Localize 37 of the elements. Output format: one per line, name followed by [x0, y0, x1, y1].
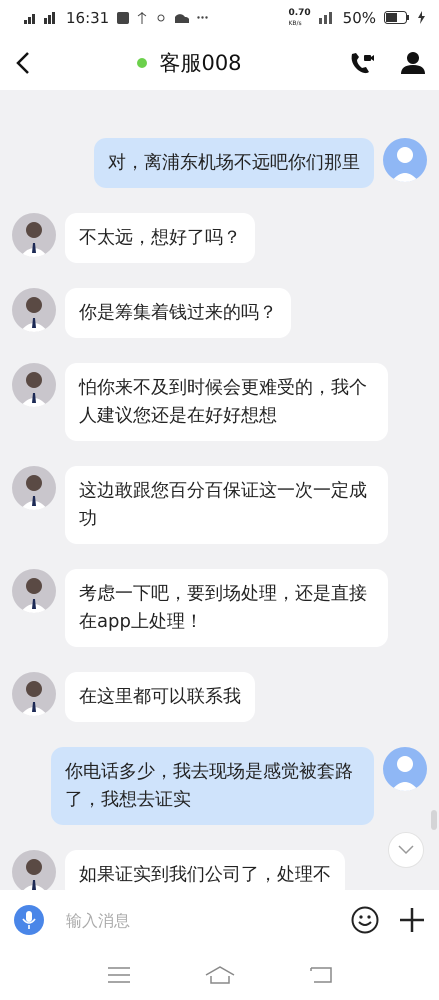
microphone-icon — [22, 910, 36, 930]
message-bubble: 如果证实到我们公司了，处理不 — [65, 850, 345, 890]
emoji-button[interactable] — [351, 906, 379, 934]
status-time: 16:31 — [66, 8, 110, 26]
message-bubble: 不太远，想好了吗？ — [65, 213, 255, 263]
app-notification-icon — [117, 12, 130, 24]
emoji-icon — [351, 906, 379, 934]
chevron-down-icon — [398, 845, 414, 855]
video-call-icon — [349, 50, 375, 74]
back-button[interactable] — [16, 50, 30, 74]
usb-icon — [137, 12, 148, 24]
profile-button[interactable] — [401, 52, 425, 74]
voice-button[interactable] — [14, 905, 44, 935]
cloud-icon — [175, 12, 190, 22]
message-bubble: 你是筹集着钱过来的吗？ — [65, 288, 291, 338]
menu-icon[interactable] — [108, 967, 130, 983]
message-bubble: 怕你来不及到时候会更难受的，我个人建议您还是在好好想想 — [65, 363, 388, 441]
plus-button[interactable] — [399, 907, 425, 933]
battery-percent: 50% — [342, 8, 376, 26]
chat-title: 客服008 — [159, 50, 242, 76]
home-icon[interactable] — [204, 966, 234, 984]
plus-icon — [399, 907, 425, 933]
person-icon — [401, 52, 425, 74]
back-nav-icon[interactable] — [310, 967, 332, 983]
signal-4g-icon — [318, 12, 335, 24]
charging-icon — [418, 11, 425, 24]
signal-icon — [24, 12, 58, 24]
message-bubble: 对，离浦东机场不远吧你们那里 — [94, 138, 374, 188]
hotspot-icon — [155, 12, 168, 24]
scrollbar-thumb — [431, 810, 437, 830]
message-bubble: 在这里都可以联系我 — [65, 672, 255, 722]
more-icon — [197, 16, 208, 19]
battery-icon — [384, 11, 410, 24]
message-bubble: 考虑一下吧，要到场处理，还是直接在app上处理！ — [65, 569, 388, 647]
video-call-button[interactable] — [349, 50, 375, 74]
message-bubble: 你电话多少，我去现场是感觉被套路了，我想去证实 — [51, 747, 374, 825]
message-bubble: 这边敢跟您百分百保证这一次一定成功 — [65, 466, 388, 544]
